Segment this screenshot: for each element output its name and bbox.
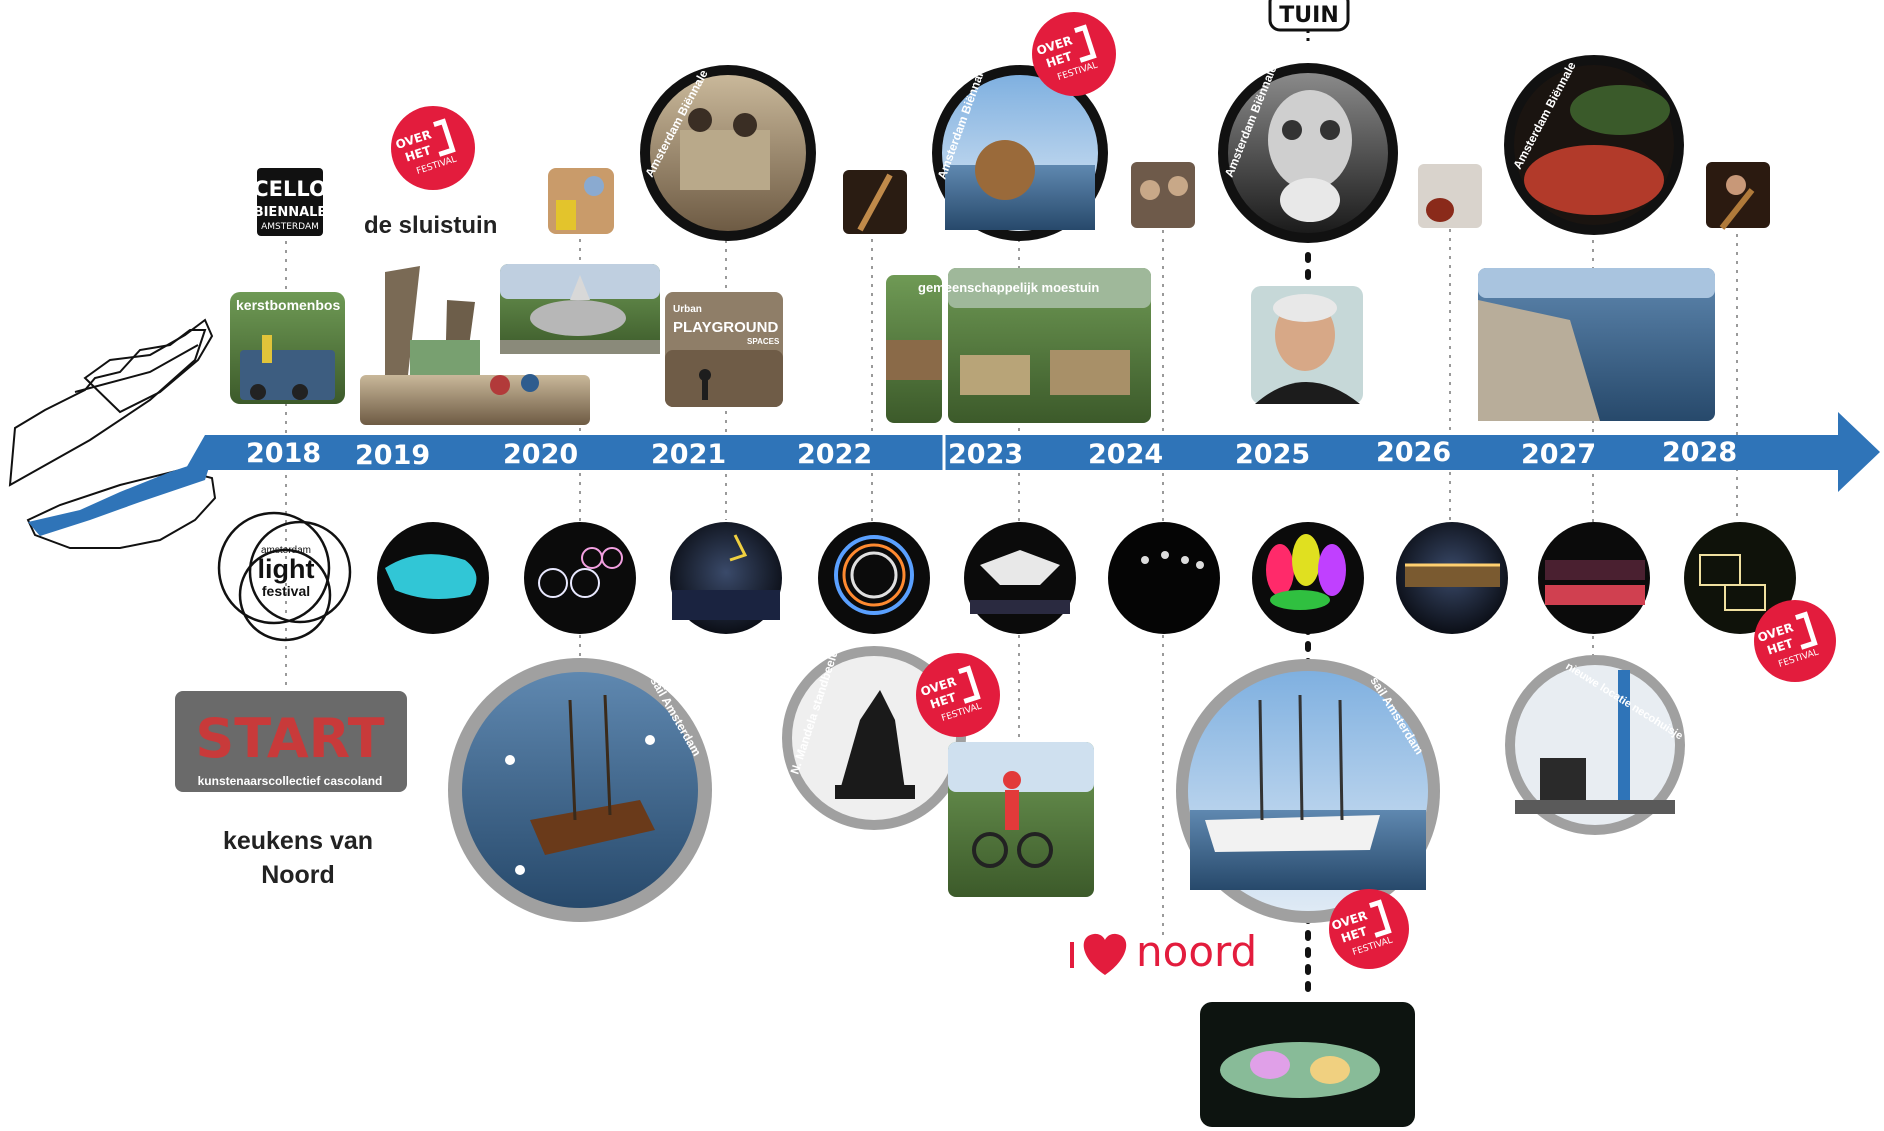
year-2024: 2024 bbox=[1088, 439, 1163, 470]
photo-2027-swimming bbox=[1478, 268, 1715, 421]
photo-2026-small bbox=[1418, 164, 1482, 228]
photo-biennale-2025: Amsterdam Biënnale bbox=[1218, 63, 1398, 243]
cello-biennale-logo: CELLO BIENNALE AMSTERDAM bbox=[253, 168, 327, 236]
overhetij-logo-2025: OVER HET FESTIVAL bbox=[1329, 889, 1409, 969]
i-love-noord-logo: noord bbox=[1070, 927, 1257, 976]
heart-icon bbox=[1083, 933, 1127, 975]
caption-playground-2: PLAYGROUND bbox=[673, 319, 778, 336]
caption-start: START bbox=[195, 707, 384, 770]
year-2025: 2025 bbox=[1235, 439, 1310, 470]
photo-moestuin: gemeenschappelijk moestuin bbox=[918, 268, 1151, 423]
light-circle-2020 bbox=[524, 522, 636, 634]
photo-2020-small bbox=[548, 168, 614, 234]
sluistuin-label: de sluistuin bbox=[364, 212, 497, 239]
light-circle-2027 bbox=[1538, 522, 1650, 634]
noord-label: noord bbox=[1136, 927, 1257, 976]
photo-2024-small bbox=[1131, 162, 1195, 228]
year-2021: 2021 bbox=[651, 439, 726, 470]
year-2020: 2020 bbox=[503, 439, 578, 470]
year-2019: 2019 bbox=[355, 440, 430, 471]
cello-logo-line2: BIENNALE bbox=[254, 205, 327, 220]
photo-necohuisje: nieuwe locatie necohuisje bbox=[1505, 655, 1685, 835]
photo-tuin-night bbox=[1200, 1002, 1415, 1127]
tuin-label: TUIN bbox=[1279, 3, 1338, 28]
light-circle-2019 bbox=[377, 522, 489, 634]
year-2028: 2028 bbox=[1662, 437, 1737, 468]
cello-logo-line1: CELLO bbox=[253, 177, 327, 201]
photo-biennale-2021: Amsterdam Biënnale bbox=[640, 65, 816, 241]
year-2022: 2022 bbox=[797, 439, 872, 470]
alf-line3: festival bbox=[262, 583, 310, 599]
light-circle-2022 bbox=[818, 522, 930, 634]
cello-logo-line3: AMSTERDAM bbox=[261, 222, 319, 232]
photo-2028-small bbox=[1706, 162, 1770, 230]
light-circle-2024 bbox=[1108, 522, 1220, 634]
keukens-label-line2: Noord bbox=[261, 861, 335, 889]
photo-2025-portrait bbox=[1251, 286, 1363, 404]
photo-start-cascoland: START kunstenaarscollectief cascoland bbox=[175, 691, 407, 792]
year-2027: 2027 bbox=[1521, 439, 1596, 470]
photo-bmx bbox=[948, 742, 1094, 897]
photo-sail-2020: sail Amsterdam bbox=[448, 658, 712, 922]
photo-playground: Urban PLAYGROUND SPACES bbox=[665, 292, 783, 407]
caption-playground-3: SPACES bbox=[747, 337, 780, 346]
overhetij-logo-2023: OVER HET FESTIVAL bbox=[1032, 12, 1116, 96]
photo-biennale-2027: Amsterdam Biënnale bbox=[1504, 55, 1684, 235]
light-circle-2021 bbox=[670, 522, 782, 634]
caption-kerstbomenbos: kerstbomenbos bbox=[236, 297, 340, 313]
photo-2022-small bbox=[843, 170, 907, 234]
year-2023: 2023 bbox=[948, 439, 1023, 470]
caption-cascoland: kunstenaarscollectief cascoland bbox=[198, 774, 383, 788]
photo-sail-2025: sail Amsterdam bbox=[1176, 659, 1440, 923]
overhetij-logo-2028: OVER HET FESTIVAL bbox=[1754, 600, 1836, 682]
year-2018: 2018 bbox=[246, 438, 321, 469]
light-circle-2026 bbox=[1396, 522, 1508, 634]
caption-playground-1: Urban bbox=[673, 304, 702, 315]
map-outline-icon bbox=[8, 318, 217, 549]
light-circle-2025 bbox=[1252, 522, 1364, 634]
caption-moestuin: gemeenschappelijk moestuin bbox=[918, 280, 1099, 295]
photo-kerstbomenbos: kerstbomenbos bbox=[230, 292, 345, 404]
photo-pavilion bbox=[500, 264, 660, 354]
amsterdam-light-festival-logo: amsterdam light festival bbox=[217, 511, 352, 642]
photo-moestuin-left bbox=[886, 275, 942, 423]
light-circle-2023 bbox=[964, 522, 1076, 634]
overhetij-logo-2019: OVER HET FESTIVAL bbox=[391, 106, 475, 190]
overhetij-logo-mandela: OVER HET FESTIVAL bbox=[916, 653, 1000, 737]
tuin-badge: TUIN bbox=[1268, 0, 1350, 32]
year-2026: 2026 bbox=[1376, 437, 1451, 468]
keukens-label-line1: keukens van bbox=[223, 827, 373, 855]
alf-line2: light bbox=[258, 554, 315, 584]
